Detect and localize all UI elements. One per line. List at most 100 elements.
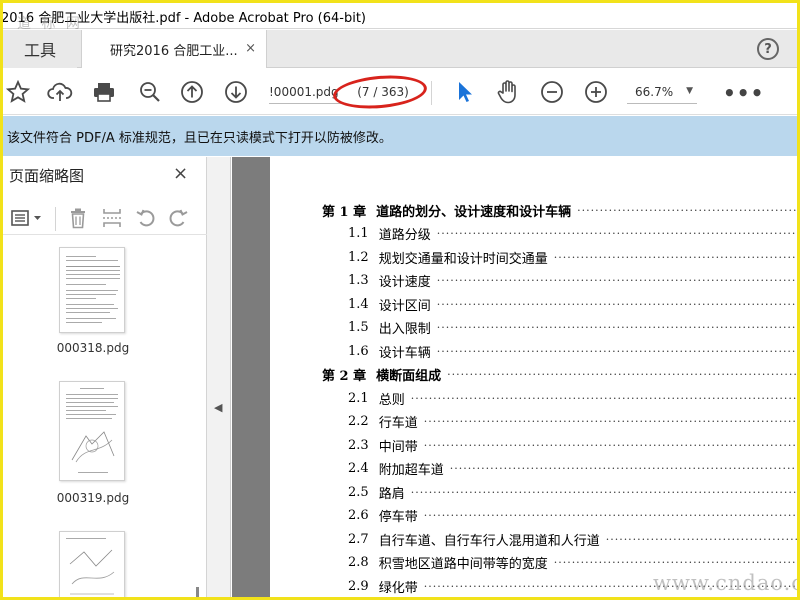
page-thumbnail[interactable] bbox=[59, 247, 125, 333]
toc-section[interactable]: 2.6 停车带 ··································… bbox=[348, 506, 797, 526]
toc-number: 1.5 bbox=[348, 320, 369, 335]
title-bar: 2016 合肥工业大学出版社.pdf - Adobe Acrobat Pro (… bbox=[3, 3, 797, 32]
toc-title: 总则 bbox=[378, 392, 405, 408]
toc-section[interactable]: 1.5 出入限制 ·································… bbox=[348, 318, 797, 338]
toc-section[interactable]: 2.8 积雪地区道路中间带等的宽度 ························… bbox=[348, 553, 800, 573]
toc-section[interactable]: 2.5 路肩 ···································… bbox=[348, 482, 798, 502]
toc-title: 设计区间 bbox=[378, 298, 431, 314]
toc-number: 2.5 bbox=[348, 484, 369, 500]
thumbnail-options-icon[interactable] bbox=[9, 207, 45, 229]
toc-title: 附加超车道 bbox=[378, 463, 444, 478]
cloud-upload-icon[interactable] bbox=[47, 79, 73, 105]
toc-number: 2.9 bbox=[348, 578, 369, 594]
toc-number: 2.6 bbox=[348, 508, 369, 523]
toc-title: 行车道 bbox=[378, 416, 418, 431]
page-thumbnail[interactable] bbox=[59, 531, 125, 597]
toc-section[interactable]: 1.6 设计车辆 ·································… bbox=[348, 341, 797, 361]
toc-title: 自行车道、自行车行人混用道和人行道 bbox=[378, 533, 600, 549]
more-tools-icon[interactable]: ••• bbox=[723, 81, 764, 105]
zoom-out-icon[interactable] bbox=[539, 79, 565, 105]
star-icon[interactable] bbox=[5, 79, 31, 105]
toc-title: 路肩 bbox=[378, 486, 405, 502]
toc-title: 绿化带 bbox=[378, 580, 418, 596]
toc-leader-dots: ········································… bbox=[436, 321, 797, 334]
print-icon[interactable] bbox=[91, 79, 117, 105]
tab-document-label: 研究2016 合肥工业... bbox=[110, 43, 238, 59]
toc-leader-dots: ········································… bbox=[447, 368, 798, 381]
toc-number: 1.4 bbox=[348, 296, 369, 312]
toc-section[interactable]: 2.3 中间带 ··································… bbox=[348, 435, 797, 455]
zoom-value: 66.7% bbox=[635, 85, 674, 99]
app-window: 2016 合肥工业大学出版社.pdf - Adobe Acrobat Pro (… bbox=[0, 0, 800, 600]
toc-title: 规划交通量和设计时间交通量 bbox=[378, 251, 548, 267]
toc-section[interactable]: 2.1 总则 ···································… bbox=[348, 388, 798, 408]
hand-tool-icon[interactable] bbox=[495, 79, 521, 105]
panel-scrollbar[interactable] bbox=[196, 587, 199, 597]
pdfa-notice-bar: 该文件符合 PDF/A 标准规范，且已在只读模式下打开以防被修改。 bbox=[3, 116, 797, 156]
toc-section[interactable]: 1.1 道路分级 ·································… bbox=[348, 224, 797, 244]
thumbnails-panel: 页面缩略图 × 000318.pdg 000319.pdg bbox=[3, 157, 207, 597]
toc-leader-dots: ········································… bbox=[436, 297, 797, 311]
tab-tools[interactable]: 工具 bbox=[3, 30, 77, 68]
rotate-right-icon[interactable] bbox=[167, 207, 189, 229]
toc-section[interactable]: 1.3 设计速度 ·································… bbox=[348, 271, 797, 291]
help-icon[interactable]: ? bbox=[757, 38, 779, 60]
thumbnail-label: 000318.pdg bbox=[56, 341, 130, 355]
toc-leader-dots: ········································… bbox=[436, 227, 797, 240]
panel-close-icon[interactable]: × bbox=[173, 163, 188, 184]
toc-leader-dots: ········································… bbox=[423, 438, 797, 452]
page-number-input[interactable]: !00001.pdg bbox=[269, 82, 341, 104]
panel-splitter[interactable]: ◀ bbox=[207, 157, 231, 597]
toc-title: 道路的划分、设计速度和设计车辆 bbox=[376, 204, 572, 220]
panel-toolbar bbox=[3, 201, 207, 235]
tab-close-icon[interactable]: × bbox=[245, 41, 256, 56]
toc-section[interactable]: 1.4 设计区间 ·································… bbox=[348, 294, 797, 314]
zoom-select[interactable]: 66.7% ▼ bbox=[627, 82, 697, 104]
toc-number: 1.6 bbox=[348, 343, 369, 359]
tab-document[interactable]: 研究2016 合肥工业... × bbox=[81, 30, 267, 68]
collapse-panel-icon[interactable]: ◀ bbox=[214, 401, 222, 414]
toc-leader-dots: ········································… bbox=[605, 532, 800, 546]
main-toolbar: !00001.pdg (7 / 363) 66.7% ▼ ••• bbox=[3, 69, 797, 115]
toc-title: 横断面组成 bbox=[376, 369, 442, 384]
toc-title: 设计车辆 bbox=[378, 345, 431, 361]
toc-number: 1.3 bbox=[348, 273, 369, 288]
toc-leader-dots: ········································… bbox=[410, 391, 798, 405]
toc-section[interactable]: 2.4 附加超车道 ································… bbox=[348, 459, 797, 479]
toc-title: 中间带 bbox=[378, 439, 418, 455]
watermark-bottom: www.cndao.com bbox=[653, 571, 797, 595]
toc-section[interactable]: 2.2 行车道 ··································… bbox=[348, 412, 797, 432]
toc-number: 2.8 bbox=[348, 555, 369, 570]
pdf-page: 第 1 章道路的划分、设计速度和设计车辆 ····················… bbox=[270, 157, 800, 597]
toc-title: 停车带 bbox=[378, 510, 418, 525]
toc-leader-dots: ········································… bbox=[423, 415, 797, 428]
toc-leader-dots: ········································… bbox=[553, 556, 800, 569]
toc-leader-dots: ········································… bbox=[436, 274, 797, 287]
zoom-out-search-icon[interactable] bbox=[137, 79, 163, 105]
toc-leader-dots: ········································… bbox=[410, 485, 798, 499]
toc-number: 2.7 bbox=[348, 531, 369, 547]
toc-chapter[interactable]: 第 2 章横断面组成 ······························… bbox=[322, 365, 798, 385]
toc-section[interactable]: 2.7 自行车道、自行车行人混用道和人行道 ····················… bbox=[348, 529, 800, 549]
document-viewport[interactable]: 第 1 章道路的划分、设计速度和设计车辆 ····················… bbox=[232, 157, 800, 597]
tab-bar: 工具 研究2016 合肥工业... × ? bbox=[3, 30, 797, 68]
panel-title: 页面缩略图 bbox=[9, 167, 85, 185]
toc-title: 积雪地区道路中间带等的宽度 bbox=[378, 557, 548, 572]
select-cursor-icon[interactable] bbox=[451, 79, 477, 105]
insert-page-icon[interactable] bbox=[101, 207, 123, 229]
toc-number: 第 1 章 bbox=[322, 204, 367, 220]
toc-chapter[interactable]: 第 1 章道路的划分、设计速度和设计车辆 ····················… bbox=[322, 200, 797, 220]
toc-section[interactable]: 1.2 规划交通量和设计时间交通量 ························… bbox=[348, 247, 797, 267]
delete-trash-icon[interactable] bbox=[67, 207, 89, 229]
notice-text: 该文件符合 PDF/A 标准规范，且已在只读模式下打开以防被修改。 bbox=[7, 130, 392, 146]
page-thumbnail[interactable] bbox=[59, 381, 125, 481]
toc-number: 1.2 bbox=[348, 249, 369, 265]
toc-leader-dots: ········································… bbox=[436, 344, 797, 358]
toc-leader-dots: ········································… bbox=[423, 509, 797, 522]
previous-page-icon[interactable] bbox=[179, 79, 205, 105]
annotation-ring bbox=[331, 71, 429, 113]
toolbar-separator bbox=[431, 81, 432, 105]
zoom-in-icon[interactable] bbox=[583, 79, 609, 105]
next-page-icon[interactable] bbox=[223, 79, 249, 105]
rotate-left-icon[interactable] bbox=[135, 207, 157, 229]
